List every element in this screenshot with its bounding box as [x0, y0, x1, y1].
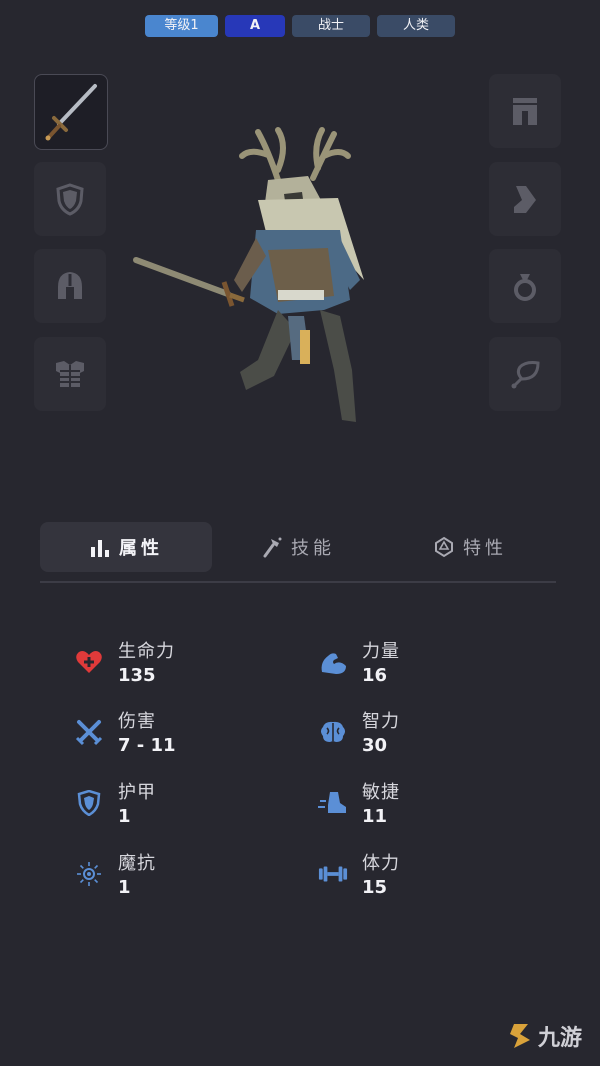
stat-magic-resist: 魔抗 1 — [74, 849, 274, 905]
tab-traits[interactable]: 特性 — [384, 522, 556, 572]
brain-icon — [318, 717, 348, 747]
tab-divider — [40, 581, 556, 583]
nine-game-logo-icon — [509, 1024, 530, 1048]
character-tabs: 属性 技能 特性 — [40, 522, 556, 572]
stat-armor: 护甲 1 — [74, 778, 274, 834]
tab-skills[interactable]: 技能 — [212, 522, 384, 572]
stat-damage-value: 7 - 11 — [118, 735, 176, 756]
stat-magic-resist-label: 魔抗 — [118, 853, 156, 874]
boots-slot[interactable] — [489, 162, 561, 236]
chest-armor-icon — [56, 361, 84, 387]
stat-stamina: 体力 15 — [318, 849, 518, 905]
stat-armor-value: 1 — [118, 806, 131, 827]
stat-damage-label: 伤害 — [118, 711, 156, 732]
amulet-icon — [511, 361, 540, 389]
stat-strength: 力量 16 — [318, 637, 518, 693]
stat-agility-label: 敏捷 — [362, 782, 400, 803]
stat-armor-label: 护甲 — [118, 782, 156, 803]
character-screen: 等级1 A 战士 人类 属性 技能 特性 生命力 135 伤害 7 - 11 护… — [0, 0, 600, 1066]
heart-plus-icon — [74, 647, 104, 677]
tab-traits-label: 特性 — [463, 538, 507, 559]
dumbbell-icon — [318, 859, 348, 889]
stat-stamina-label: 体力 — [362, 853, 400, 874]
stat-vitality-label: 生命力 — [118, 641, 175, 662]
tab-attributes-label: 属性 — [119, 538, 163, 559]
stat-damage: 伤害 7 - 11 — [74, 707, 274, 763]
stat-magic-resist-value: 1 — [118, 877, 131, 898]
tab-skills-label: 技能 — [291, 538, 335, 559]
race-tag: 人类 — [377, 15, 455, 37]
stat-intelligence-value: 30 — [362, 735, 388, 756]
stat-stamina-value: 15 — [362, 877, 388, 898]
pants-icon — [513, 98, 537, 125]
stat-strength-value: 16 — [362, 665, 388, 686]
level-tag: 等级1 — [145, 15, 218, 37]
class-tag: 战士 — [292, 15, 370, 37]
magic-burst-icon — [74, 859, 104, 889]
running-boot-icon — [318, 788, 348, 818]
weapon-slot[interactable] — [34, 74, 108, 150]
flexed-arm-icon — [318, 647, 348, 677]
stat-intelligence: 智力 30 — [318, 707, 518, 763]
boot-icon — [514, 186, 536, 213]
stat-intelligence-label: 智力 — [362, 711, 400, 732]
stat-agility-value: 11 — [362, 806, 388, 827]
armor-shield-icon — [74, 788, 104, 818]
armor-slot[interactable] — [34, 337, 106, 411]
helmet-icon — [58, 272, 82, 299]
shield-icon — [56, 183, 84, 216]
hero-character-image — [133, 127, 364, 422]
character-tags: 等级1 A 战士 人类 — [0, 15, 600, 37]
stat-vitality-value: 135 — [118, 665, 156, 686]
stat-vitality: 生命力 135 — [74, 637, 274, 693]
site-watermark: 九游 — [508, 1020, 582, 1052]
ring-icon — [514, 274, 536, 301]
ring-slot[interactable] — [489, 249, 561, 323]
dice-icon — [435, 536, 453, 558]
sword-icon — [45, 84, 97, 141]
stat-strength-label: 力量 — [362, 641, 400, 662]
watermark-text: 九游 — [537, 1026, 582, 1051]
tab-attributes[interactable]: 属性 — [40, 522, 212, 572]
hammer-icon — [263, 537, 282, 558]
pants-slot[interactable] — [489, 74, 561, 148]
bar-chart-icon — [91, 540, 109, 557]
crossed-swords-icon — [74, 717, 104, 747]
offhand-slot[interactable] — [34, 162, 106, 236]
grade-tag: A — [225, 15, 285, 37]
stat-agility: 敏捷 11 — [318, 778, 518, 834]
helmet-slot[interactable] — [34, 249, 106, 323]
amulet-slot[interactable] — [489, 337, 561, 411]
